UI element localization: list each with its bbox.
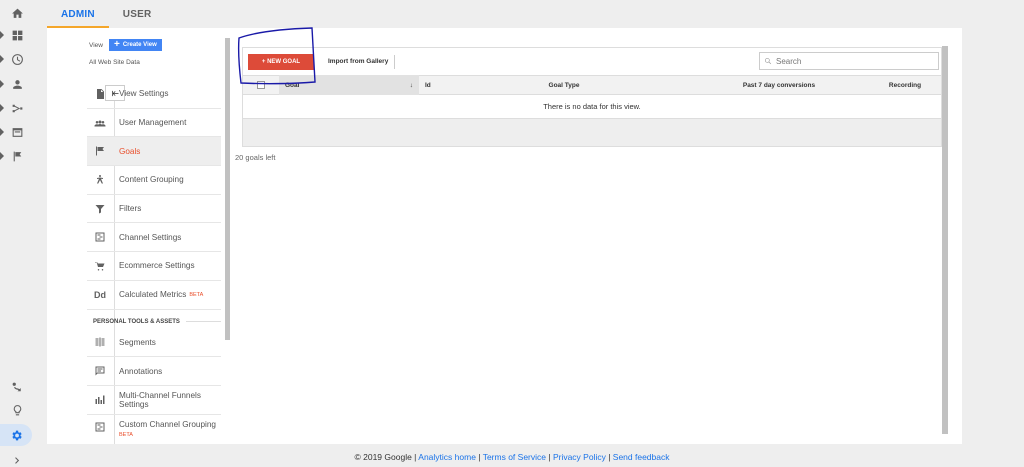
- nav-item-label: Channel Settings: [119, 232, 182, 242]
- nav-item-label-line2: Settings: [119, 399, 149, 409]
- realtime-clock-icon[interactable]: [0, 48, 34, 70]
- empty-table-message: There is no data for this view.: [242, 95, 942, 119]
- search-input[interactable]: Search: [759, 52, 939, 70]
- cart-icon: [93, 259, 107, 273]
- filter-icon: [93, 202, 107, 216]
- nav-item-label: Goals: [119, 146, 141, 156]
- create-view-button[interactable]: + Create View: [108, 39, 162, 51]
- copyright-text: © 2019 Google: [354, 452, 412, 462]
- nav-item-goals[interactable]: Goals: [87, 137, 221, 167]
- acquisition-icon[interactable]: [0, 97, 34, 119]
- nav-item-label: Custom Channel Grouping: [119, 419, 216, 429]
- nav-item-label: Segments: [119, 337, 156, 347]
- discover-lightbulb-icon[interactable]: [0, 399, 34, 421]
- people-icon: [93, 116, 107, 130]
- column-header-recording[interactable]: Recording: [869, 82, 941, 89]
- flag-icon: [93, 144, 107, 158]
- admin-panel: View + Create View All Web Site Data Vie…: [47, 28, 962, 444]
- bar-chart-icon: [93, 393, 107, 407]
- view-label: View: [89, 41, 103, 49]
- nav-item-multi-channel-funnels[interactable]: Multi-Channel Funnels Settings: [87, 386, 221, 415]
- nav-item-custom-channel-grouping[interactable]: Custom Channel Grouping BETA: [87, 415, 221, 441]
- admin-gear-icon[interactable]: [0, 424, 32, 446]
- table-footer: [242, 119, 942, 147]
- goal-header-label: Goal: [285, 81, 300, 89]
- customization-icon[interactable]: [0, 24, 34, 46]
- column-header-goal[interactable]: Goal ↓: [279, 75, 419, 95]
- attribution-icon[interactable]: [0, 376, 34, 398]
- nav-item-label-line1: Multi-Channel Funnels: [119, 390, 201, 400]
- goals-remaining-count: 20 goals left: [235, 153, 276, 162]
- behavior-icon[interactable]: [0, 121, 34, 143]
- nav-item-label: Content Grouping: [119, 175, 184, 185]
- sort-arrow-icon: ↓: [409, 81, 413, 89]
- view-nav: View Settings User Management Goals Cont…: [87, 80, 221, 441]
- nav-item-label: Filters: [119, 204, 142, 214]
- import-from-gallery-button[interactable]: Import from Gallery: [328, 54, 396, 69]
- tab-admin[interactable]: ADMIN: [47, 0, 109, 28]
- dd-icon: Dd: [94, 289, 106, 300]
- new-goal-button[interactable]: + NEW GOAL: [248, 53, 314, 70]
- goals-table-header: Goal ↓ Id Goal Type Past 7 day conversio…: [242, 75, 942, 95]
- left-rail: [0, 0, 34, 467]
- nav-item-label: User Management: [119, 118, 187, 128]
- person-walk-icon: [93, 173, 107, 187]
- nav-item-user-management[interactable]: User Management: [87, 109, 221, 138]
- audience-person-icon[interactable]: [0, 73, 34, 95]
- analytics-home-link[interactable]: Analytics home: [418, 452, 476, 462]
- nav-item-content-grouping[interactable]: Content Grouping: [87, 166, 221, 195]
- nav-scrollbar[interactable]: [225, 38, 230, 340]
- content-scrollbar[interactable]: [942, 46, 948, 434]
- nav-item-channel-settings[interactable]: Channel Settings: [87, 223, 221, 253]
- goals-section: + NEW GOAL Import from Gallery Search Go…: [235, 47, 942, 162]
- nav-item-ecommerce-settings[interactable]: Ecommerce Settings: [87, 252, 221, 281]
- home-icon[interactable]: [0, 2, 34, 24]
- nav-item-annotations[interactable]: Annotations: [87, 357, 221, 386]
- nav-item-label: Calculated Metrics: [119, 290, 187, 300]
- beta-badge: BETA: [189, 291, 204, 298]
- nav-item-filters[interactable]: Filters: [87, 195, 221, 224]
- beta-badge: BETA: [119, 431, 133, 438]
- goals-toolbar: + NEW GOAL Import from Gallery Search: [242, 47, 942, 75]
- terms-of-service-link[interactable]: Terms of Service: [483, 452, 546, 462]
- column-header-id[interactable]: Id: [419, 82, 439, 89]
- nav-item-label: Ecommerce Settings: [119, 261, 195, 271]
- segments-icon: [93, 335, 107, 349]
- column-header-conversions[interactable]: Past 7 day conversions: [689, 82, 869, 89]
- column-header-goal-type[interactable]: Goal Type: [439, 82, 689, 89]
- conversions-flag-icon[interactable]: [0, 145, 34, 167]
- channel-icon: [93, 230, 107, 244]
- personal-tools-heading: PERSONAL TOOLS & ASSETS: [87, 310, 221, 329]
- create-view-label: Create View: [122, 42, 157, 48]
- nav-item-view-settings[interactable]: View Settings: [87, 80, 221, 109]
- search-placeholder: Search: [776, 56, 802, 66]
- view-name-dropdown[interactable]: All Web Site Data: [89, 59, 229, 66]
- annotation-icon: [93, 364, 107, 378]
- select-all-checkbox[interactable]: [257, 81, 265, 89]
- nav-item-segments[interactable]: Segments: [87, 329, 221, 358]
- channel-icon: [93, 420, 107, 434]
- document-icon: [93, 87, 107, 101]
- view-selector: View + Create View All Web Site Data: [89, 39, 229, 66]
- tab-user[interactable]: USER: [109, 0, 166, 28]
- search-icon: [765, 58, 772, 65]
- nav-item-label: View Settings: [119, 89, 169, 99]
- nav-item-label: Annotations: [119, 366, 163, 376]
- plus-icon: +: [113, 39, 120, 50]
- privacy-policy-link[interactable]: Privacy Policy: [553, 452, 606, 462]
- admin-user-tabs: ADMIN USER: [47, 0, 165, 28]
- page-footer: © 2019 Google | Analytics home | Terms o…: [354, 452, 670, 462]
- nav-item-calculated-metrics[interactable]: Dd Calculated Metrics BETA: [87, 281, 221, 310]
- send-feedback-link[interactable]: Send feedback: [613, 452, 670, 462]
